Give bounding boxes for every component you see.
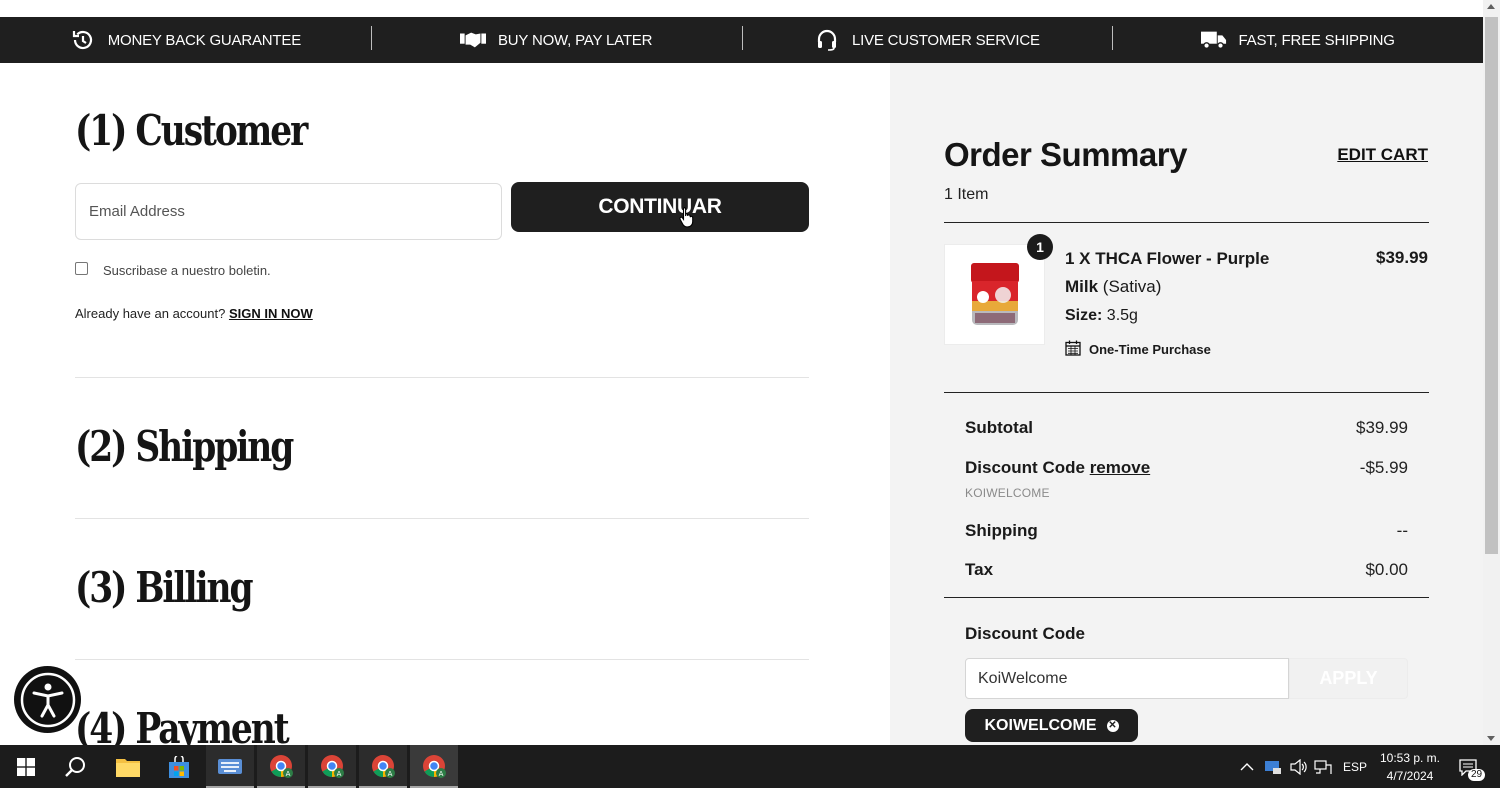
discount-code-input[interactable] [965, 658, 1289, 699]
volume-icon[interactable] [1290, 745, 1308, 788]
shipping-label: Shipping [965, 521, 1038, 540]
item-count: 1 Item [944, 186, 989, 203]
calendar-icon [1065, 340, 1081, 359]
chrome-icon[interactable]: A [359, 745, 407, 788]
file-explorer-icon[interactable] [104, 745, 152, 788]
billing-section-title[interactable]: (3) Billing [75, 563, 254, 612]
applied-discount-chip[interactable]: KOIWELCOME ✕ [965, 709, 1138, 742]
subtotal-label: Subtotal [965, 418, 1033, 437]
edit-cart-link[interactable]: EDIT CART [1337, 145, 1428, 165]
clock-date: 4/7/2024 [1386, 769, 1434, 783]
product-size-value: 3.5g [1106, 307, 1138, 324]
remove-discount-link[interactable]: remove [1090, 458, 1150, 477]
shipping-section-title[interactable]: (2) Shipping [75, 422, 294, 471]
promo-money-back: MONEY BACK GUARANTEE [0, 28, 371, 52]
discount-value: -$5.99 [1359, 458, 1408, 477]
store-icon[interactable] [155, 745, 203, 788]
apply-button[interactable]: APPLY [1289, 658, 1408, 699]
section-divider [75, 659, 809, 660]
product-size: Size: 3.5g [1065, 307, 1138, 325]
promo-label: BUY NOW, PAY LATER [498, 31, 653, 49]
discount-label: Discount Code [965, 458, 1085, 477]
promo-bar: MONEY BACK GUARANTEE BUY NOW, PAY LATER … [0, 17, 1483, 63]
account-prompt-text: Already have an account? [75, 306, 226, 321]
accessibility-icon [20, 672, 75, 727]
summary-divider [944, 392, 1429, 393]
promo-label: FAST, FREE SHIPPING [1238, 31, 1395, 49]
history-icon [70, 28, 96, 52]
page-scrollbar[interactable] [1483, 0, 1500, 745]
discount-line: Discount Code remove [965, 458, 1150, 478]
continue-button[interactable]: CONTINUAR [511, 182, 809, 232]
scroll-thumb[interactable] [1485, 17, 1498, 554]
search-icon[interactable] [52, 745, 100, 788]
tax-label: Tax [965, 560, 994, 579]
show-hidden-icons-icon[interactable] [1240, 745, 1254, 788]
chrome-icon[interactable]: A [410, 745, 458, 788]
touch-keyboard-icon[interactable] [206, 745, 254, 788]
applied-code-tag: KOIWELCOME [965, 486, 1050, 500]
newsletter-checkbox[interactable] [75, 262, 88, 275]
notification-center-icon[interactable]: 29 [1458, 745, 1486, 788]
sign-in-link[interactable]: SIGN IN NOW [229, 306, 313, 321]
headset-icon [814, 28, 840, 52]
applied-discount-chip-label: KOIWELCOME [984, 716, 1097, 734]
newsletter-label: Suscribase a nuestro boletin. [103, 263, 271, 278]
network-adapter-icon[interactable] [1264, 745, 1282, 788]
remove-chip-icon[interactable]: ✕ [1106, 719, 1119, 732]
product-name-text: 1 X THCA Flower - Purple Milk [1065, 249, 1270, 296]
product-size-label: Size: [1065, 307, 1103, 324]
product-name: 1 X THCA Flower - Purple Milk (Sativa) [1065, 245, 1295, 301]
promo-customer-service: LIVE CUSTOMER SERVICE [741, 26, 1113, 52]
section-divider [75, 518, 809, 519]
language-indicator[interactable]: ESP [1343, 745, 1367, 788]
taskbar-clock[interactable]: 10:53 p. m. 4/7/2024 [1372, 749, 1448, 785]
svg-text:A: A [286, 770, 291, 778]
quantity-badge: 1 [1027, 234, 1053, 260]
account-prompt: Already have an account? SIGN IN NOW [75, 306, 313, 321]
product-variant: (Sativa) [1102, 277, 1162, 296]
chrome-icon[interactable]: A [308, 745, 356, 788]
notification-count-badge: 29 [1468, 769, 1486, 781]
summary-divider [944, 222, 1429, 223]
clock-time: 10:53 p. m. [1379, 751, 1441, 765]
svg-text:A: A [388, 770, 393, 778]
handshake-icon [460, 28, 486, 52]
product-image [944, 244, 1045, 345]
ethernet-icon[interactable] [1314, 745, 1332, 788]
order-summary-title: Order Summary [944, 136, 1187, 173]
accessibility-button[interactable] [14, 666, 81, 733]
customer-section-title: (1) Customer [75, 106, 308, 155]
product-price: $39.99 [1376, 248, 1428, 267]
promo-free-shipping: FAST, FREE SHIPPING [1112, 26, 1483, 52]
subtotal-value: $39.99 [1356, 418, 1408, 437]
svg-text:A: A [439, 770, 444, 778]
purchase-type: One-Time Purchase [1065, 340, 1211, 359]
scroll-down-arrow-icon[interactable] [1487, 736, 1495, 741]
promo-label: LIVE CUSTOMER SERVICE [851, 31, 1040, 49]
promo-buy-now: BUY NOW, PAY LATER [370, 26, 742, 52]
email-field[interactable] [75, 183, 502, 240]
windows-start-icon[interactable] [2, 745, 50, 788]
purchase-type-label: One-Time Purchase [1089, 342, 1211, 357]
promo-label: MONEY BACK GUARANTEE [107, 31, 301, 49]
summary-divider [944, 597, 1429, 598]
tax-value: $0.00 [1365, 560, 1408, 579]
section-divider [75, 377, 809, 378]
svg-text:A: A [337, 770, 342, 778]
hand-cursor-icon [679, 206, 694, 228]
windows-taskbar: A A A A ESP 10:53 p. m. 4/7/2024 29 [0, 745, 1500, 788]
chrome-icon[interactable]: A [257, 745, 305, 788]
top-strip [0, 0, 1483, 17]
scroll-up-arrow-icon[interactable] [1487, 4, 1495, 9]
discount-code-label: Discount Code [965, 624, 1085, 643]
truck-icon [1200, 28, 1227, 52]
shipping-value: -- [1396, 521, 1408, 540]
